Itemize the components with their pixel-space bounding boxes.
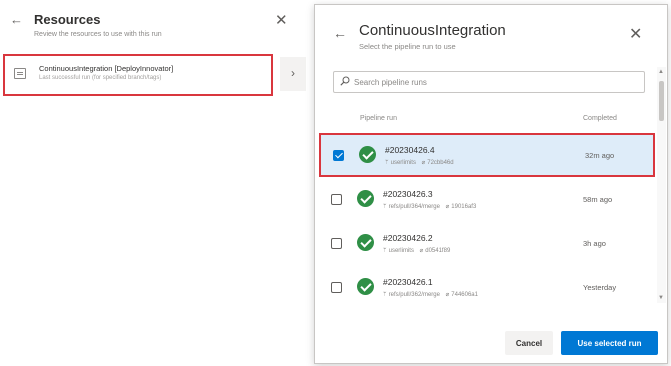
- run-checkbox[interactable]: [331, 238, 342, 249]
- run-checkbox[interactable]: [333, 150, 344, 161]
- scroll-up-icon[interactable]: ▲: [658, 69, 664, 75]
- run-branch: userlimits: [390, 160, 416, 166]
- run-number[interactable]: #20230426.3: [383, 189, 433, 199]
- run-checkbox[interactable]: [331, 282, 342, 293]
- resources-subtitle: Review the resources to use with this ru…: [34, 31, 162, 38]
- back-arrow-icon[interactable]: ←: [333, 25, 347, 41]
- close-icon[interactable]: ✕: [275, 11, 288, 29]
- run-meta: ᛘ refs/pull/364/merge ⌀ 19016af3: [383, 203, 476, 210]
- search-input[interactable]: [354, 75, 639, 89]
- success-status-icon: [357, 278, 374, 295]
- pipeline-icon: [14, 68, 26, 79]
- column-header-pipeline-run[interactable]: Pipeline run: [360, 115, 397, 122]
- run-completed: 32m ago: [585, 151, 615, 160]
- run-commit: d0541f89: [425, 248, 451, 254]
- resource-title: ContinuousIntegration [DeployInnovator]: [39, 64, 174, 73]
- success-status-icon: [357, 234, 374, 251]
- resource-item-continuous-integration[interactable]: ContinuousIntegration [DeployInnovator] …: [3, 54, 273, 96]
- dialog-title: ContinuousIntegration: [359, 22, 506, 39]
- resource-subtitle: Last successful run (for specified branc…: [39, 75, 162, 81]
- column-header-completed[interactable]: Completed: [583, 115, 617, 122]
- run-checkbox[interactable]: [331, 194, 342, 205]
- run-number[interactable]: #20230426.4: [385, 145, 435, 155]
- run-completed: 3h ago: [583, 239, 606, 248]
- run-row[interactable]: #20230426.1 ᛘ refs/pull/362/merge ⌀ 744606…: [319, 267, 655, 311]
- commit-icon: ⌀: [421, 160, 426, 166]
- run-branch: refs/pull/364/merge: [388, 204, 440, 210]
- commit-icon: ⌀: [445, 204, 450, 210]
- run-number[interactable]: #20230426.1: [383, 277, 433, 287]
- run-meta: ᛘ userlimits ⌀ d0541f89: [383, 247, 450, 254]
- close-icon[interactable]: ✕: [629, 24, 642, 44]
- success-status-icon: [357, 190, 374, 207]
- back-arrow-icon[interactable]: ←: [10, 12, 23, 27]
- commit-icon: ⌀: [445, 292, 450, 298]
- cancel-button[interactable]: Cancel: [505, 331, 553, 355]
- chevron-right-icon[interactable]: ›: [280, 57, 306, 91]
- run-number[interactable]: #20230426.2: [383, 233, 433, 243]
- resources-panel: ← Resources Review the resources to use …: [0, 0, 310, 366]
- run-completed: Yesterday: [583, 283, 617, 292]
- run-commit: 19016af3: [451, 204, 477, 210]
- scroll-down-icon[interactable]: ▼: [658, 295, 664, 301]
- run-branch: userlimits: [388, 248, 414, 254]
- success-status-icon: [359, 146, 376, 163]
- scrollbar[interactable]: ▲ ▼: [657, 67, 666, 303]
- commit-icon: ⌀: [419, 248, 424, 254]
- search-icon: [340, 76, 350, 86]
- use-selected-run-button[interactable]: Use selected run: [561, 331, 658, 355]
- branch-icon: ᛘ: [383, 292, 387, 298]
- run-commit: 72cbb46d: [427, 160, 454, 166]
- branch-icon: ᛘ: [383, 204, 387, 210]
- run-completed: 58m ago: [583, 195, 613, 204]
- run-row[interactable]: #20230426.2 ᛘ userlimits ⌀ d0541f89 3h ago: [319, 223, 655, 267]
- search-box: [333, 71, 645, 93]
- run-meta: ᛘ refs/pull/362/merge ⌀ 744606a1: [383, 291, 478, 298]
- scrollbar-thumb[interactable]: [659, 81, 664, 121]
- dialog-subtitle: Select the pipeline run to use: [359, 42, 456, 51]
- branch-icon: ᛘ: [385, 160, 389, 166]
- branch-icon: ᛘ: [383, 248, 387, 254]
- run-row[interactable]: #20230426.4 ᛘ userlimits ⌀ 72cbb46d 32m ag…: [319, 133, 655, 177]
- pipeline-run-dialog: ← ContinuousIntegration Select the pipel…: [314, 4, 668, 364]
- run-commit: 744606a1: [451, 292, 478, 298]
- run-row[interactable]: #20230426.3 ᛘ refs/pull/364/merge ⌀ 19016a…: [319, 179, 655, 223]
- run-meta: ᛘ userlimits ⌀ 72cbb46d: [385, 159, 454, 166]
- run-branch: refs/pull/362/merge: [388, 292, 440, 298]
- resources-title: Resources: [34, 12, 101, 27]
